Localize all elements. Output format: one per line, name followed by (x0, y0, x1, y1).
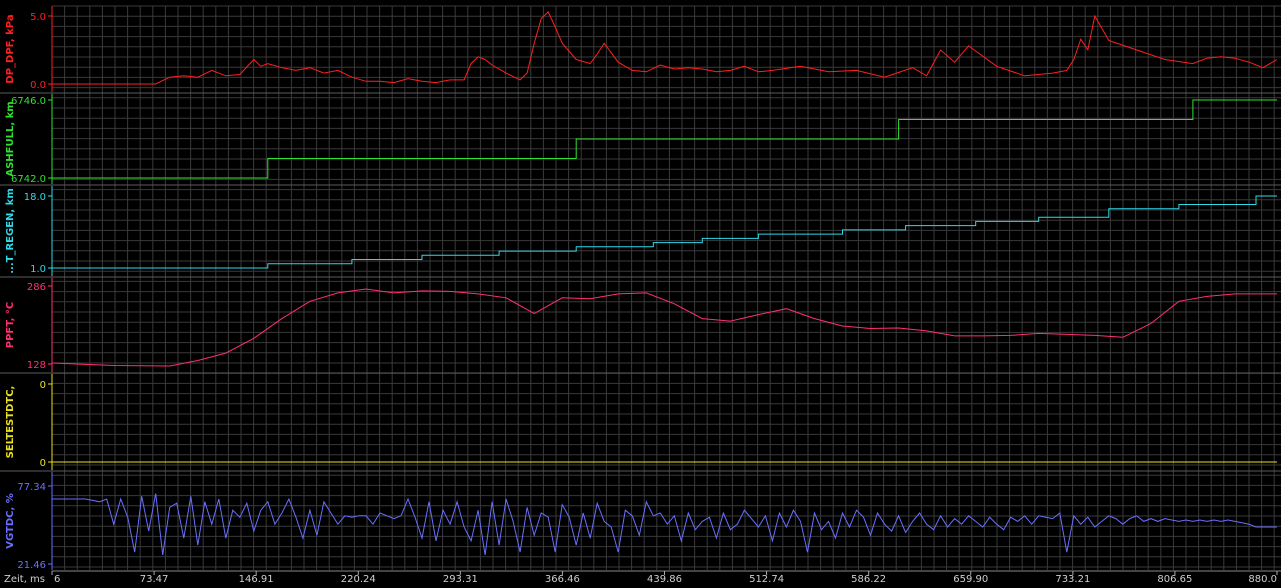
y-tick-label: 18.0 (24, 192, 46, 203)
panel-1: 5.0 0.0 DP_DPF, kPa (5, 6, 1278, 92)
series-name: PPFT, °C (5, 302, 16, 349)
y-tick-label: 21.46 (17, 560, 46, 571)
x-tick-label: 806.65 (1157, 574, 1192, 585)
panel-5: 0 0 SELTESTDTC, (5, 374, 1277, 470)
y-tick-label: 0.0 (30, 80, 46, 91)
x-tick-label: 659.90 (953, 574, 988, 585)
x-axis-label: Zeit, ms (4, 574, 45, 585)
series-name: DP_DPF, kPa (5, 14, 16, 83)
series-line (52, 493, 1277, 555)
y-tick-label: 6746.0 (11, 96, 46, 107)
x-tick-label: 439.86 (647, 574, 682, 585)
y-tick-label: 77.34 (17, 482, 46, 493)
series-name: ASHFULL, km (5, 101, 16, 176)
x-axis: Zeit, ms 6 73.47 146.91 220.24 293.31 366.46 4… (4, 570, 1281, 585)
y-tick-label: 128 (27, 360, 46, 371)
panel-6: 77.34 21.46VGTDC, % (5, 472, 1277, 571)
x-tick-label: 146.91 (239, 574, 274, 585)
x-tick-label: 512.74 (749, 574, 784, 585)
x-tick-label: 880.0 (1248, 574, 1277, 585)
x-tick-label: 733.21 (1055, 574, 1090, 585)
y-tick-label: 5.0 (30, 12, 46, 23)
y-tick-label: 6742.0 (11, 174, 46, 185)
x-tick-label: 6 (54, 574, 60, 585)
x-tick-label: 73.47 (140, 574, 169, 585)
y-tick-label: 1.0 (30, 264, 46, 275)
series-line (52, 195, 1277, 269)
x-tick-label: 293.31 (443, 574, 478, 585)
series-line (52, 11, 1278, 85)
y-tick-label: 286 (27, 282, 46, 293)
series-name: ...T_REGEN, km (5, 188, 16, 274)
oscilloscope-chart: 5.0 0.0 DP_DPF, kPa 6746.0 6742.0ASHFULL, km… (0, 5, 1281, 585)
series-name: VGTDC, % (5, 493, 16, 549)
x-tick-label: 366.46 (545, 574, 580, 585)
series-line (51, 288, 1277, 367)
y-tick-label: 0 (40, 458, 46, 469)
y-tick-label: 0 (40, 380, 46, 391)
x-tick-label: 220.24 (341, 574, 376, 585)
chart-grid (0, 5, 1281, 570)
series-name: SELTESTDTC, (5, 386, 16, 459)
x-tick-label: 586.22 (851, 574, 886, 585)
chart-panels: 5.0 0.0 DP_DPF, kPa 6746.0 6742.0ASHFULL, km… (5, 6, 1278, 571)
